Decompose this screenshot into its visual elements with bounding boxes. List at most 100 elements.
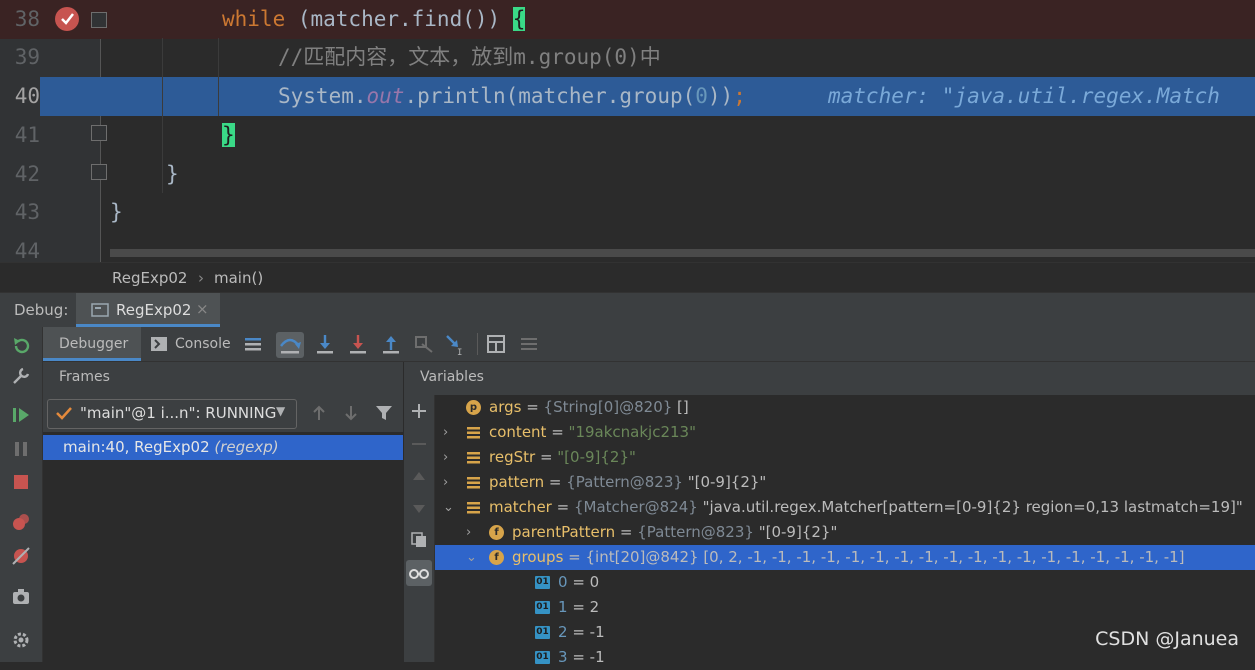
- frames-title: Frames: [59, 369, 110, 385]
- array-element-icon: 01: [535, 651, 550, 664]
- expand-chevron-icon[interactable]: ›: [443, 470, 448, 495]
- tab-label: Console: [175, 336, 231, 352]
- variable-row[interactable]: › pattern = {Pattern@823} "[0-9]{2}": [435, 470, 1255, 495]
- variables-tree[interactable]: p args = {String[0]@820} [] › content = "19…: [435, 395, 1255, 666]
- collapse-chevron-icon[interactable]: ⌄: [466, 545, 477, 570]
- evaluate-expression-icon[interactable]: [484, 332, 508, 356]
- fold-icon[interactable]: [91, 125, 107, 141]
- view-breakpoints-icon[interactable]: [10, 511, 32, 533]
- previous-thread-icon[interactable]: [311, 404, 327, 422]
- camera-icon[interactable]: [10, 586, 32, 608]
- variable-row[interactable]: 01 0 = 0: [435, 570, 1255, 595]
- array-element-icon: 01: [535, 626, 550, 639]
- variable-row[interactable]: p args = {String[0]@820} []: [435, 395, 1255, 420]
- code-token: }: [166, 162, 179, 186]
- code-line-39[interactable]: 39 //匹配内容，文本，放到m.group(0)中: [0, 38, 1255, 77]
- code-line-40-current[interactable]: 40 System.out.println(matcher.group(0));…: [0, 77, 1255, 116]
- thread-selector[interactable]: "main"@1 i...n": RUNNING ▼: [47, 399, 297, 429]
- line-number: 38: [14, 7, 40, 31]
- code-token: //匹配内容，文本，放到m.group(0)中: [278, 45, 661, 69]
- variable-text: parentPattern = {Pattern@823} "[0-9]{2}": [512, 523, 838, 541]
- fold-icon[interactable]: [91, 164, 107, 180]
- remove-watch-icon[interactable]: [411, 436, 427, 452]
- show-watches-toggle[interactable]: [406, 560, 432, 586]
- debugger-toolbar: Debugger Console I: [43, 327, 1255, 362]
- inline-debug-hint: matcher: "java.util.regex.Match: [828, 84, 1220, 108]
- code-editor[interactable]: 38 while (matcher.find()) { 39 //匹配内容，文本…: [0, 0, 1255, 262]
- settings-gear-icon[interactable]: [10, 629, 32, 651]
- force-step-into-icon[interactable]: [346, 332, 370, 356]
- resume-icon[interactable]: [10, 404, 32, 426]
- layout-menu-icon[interactable]: [241, 332, 265, 356]
- step-over-icon: [280, 338, 301, 354]
- copy-icon[interactable]: [411, 532, 427, 548]
- tab-console[interactable]: Console: [143, 327, 241, 361]
- console-icon: [151, 337, 167, 351]
- code-token: }: [110, 200, 123, 224]
- breadcrumb-method[interactable]: main(): [214, 269, 263, 287]
- frames-panel: Frames "main"@1 i...n": RUNNING ▼ main:4…: [43, 362, 403, 662]
- tab-debugger[interactable]: Debugger: [43, 327, 141, 361]
- code-line-41[interactable]: 41 }: [0, 116, 1255, 155]
- code-line-43[interactable]: 43 }: [0, 193, 1255, 232]
- line-number: 41: [14, 123, 40, 147]
- local-variable-icon: [466, 425, 481, 440]
- step-into-icon[interactable]: [313, 332, 337, 356]
- trace-stream-icon[interactable]: [517, 332, 541, 356]
- variable-text: 2 = -1: [558, 623, 605, 641]
- code-token: System.: [278, 84, 367, 108]
- collapse-chevron-icon[interactable]: ⌄: [443, 495, 454, 520]
- filter-icon[interactable]: [375, 404, 393, 422]
- step-out-icon[interactable]: [379, 332, 403, 356]
- variable-row[interactable]: ⌄ f groups = {int[20]@842} [0, 2, -1, -1, …: [435, 545, 1255, 570]
- move-down-icon[interactable]: [411, 501, 427, 517]
- drop-frame-icon[interactable]: [412, 332, 436, 356]
- expand-chevron-icon[interactable]: ›: [443, 445, 448, 470]
- line-number: 43: [14, 200, 40, 224]
- variable-row[interactable]: 01 1 = 2: [435, 595, 1255, 620]
- breadcrumb-class[interactable]: RegExp02: [112, 269, 187, 287]
- local-variable-icon: [466, 475, 481, 490]
- variable-row[interactable]: ⌄ matcher = {Matcher@824} "java.util.rege…: [435, 495, 1255, 520]
- expand-chevron-icon[interactable]: ›: [466, 520, 471, 545]
- code-line-44[interactable]: 44: [0, 232, 1255, 262]
- breadcrumb: RegExp02 › main(): [0, 262, 1255, 293]
- rerun-icon[interactable]: [10, 335, 32, 357]
- variable-text: regStr = "[0-9]{2}": [489, 448, 636, 466]
- run-to-cursor-icon[interactable]: I: [443, 332, 467, 356]
- code-token: {: [512, 7, 526, 31]
- variable-row[interactable]: › regStr = "[0-9]{2}": [435, 445, 1255, 470]
- add-watch-icon[interactable]: [411, 403, 427, 419]
- variable-text: groups = {int[20]@842} [0, 2, -1, -1, -1…: [512, 548, 1185, 566]
- frames-list[interactable]: [43, 432, 403, 662]
- stop-icon[interactable]: [10, 471, 32, 493]
- tab-label: Debugger: [59, 336, 129, 352]
- mute-breakpoints-icon[interactable]: [10, 545, 32, 567]
- close-icon[interactable]: ×: [196, 300, 209, 318]
- code-line-42[interactable]: 42 }: [0, 155, 1255, 194]
- indent-guide: [218, 38, 219, 116]
- variables-side-toolbar: [404, 395, 435, 662]
- next-thread-icon[interactable]: [343, 404, 359, 422]
- code-token: (matcher.find()): [285, 7, 513, 31]
- line-number: 39: [14, 45, 40, 69]
- breakpoint-icon[interactable]: [55, 7, 79, 31]
- horizontal-scrollbar[interactable]: [110, 249, 1255, 257]
- frame-row-selected[interactable]: main:40, RegExp02 (regexp): [43, 435, 403, 460]
- code-token: )): [707, 84, 734, 108]
- code-line-38[interactable]: 38 while (matcher.find()) {: [0, 0, 1255, 39]
- variable-text: 3 = -1: [558, 648, 605, 666]
- tab-label: RegExp02: [116, 301, 192, 319]
- move-up-icon[interactable]: [411, 468, 427, 484]
- variable-row[interactable]: › content = "19akcnakjc213": [435, 420, 1255, 445]
- code-text: System.out.println(matcher.group(0));: [278, 77, 746, 116]
- step-over-button[interactable]: [276, 332, 304, 358]
- chevron-down-icon: ▼: [276, 404, 286, 418]
- variable-row[interactable]: › f parentPattern = {Pattern@823} "[0-9]{2…: [435, 520, 1255, 545]
- wrench-icon[interactable]: [10, 365, 32, 387]
- line-number: 40: [0, 77, 40, 116]
- expand-chevron-icon[interactable]: ›: [443, 420, 448, 445]
- pause-icon[interactable]: [10, 438, 32, 460]
- fold-icon[interactable]: [91, 12, 107, 28]
- code-token: ;: [733, 84, 746, 108]
